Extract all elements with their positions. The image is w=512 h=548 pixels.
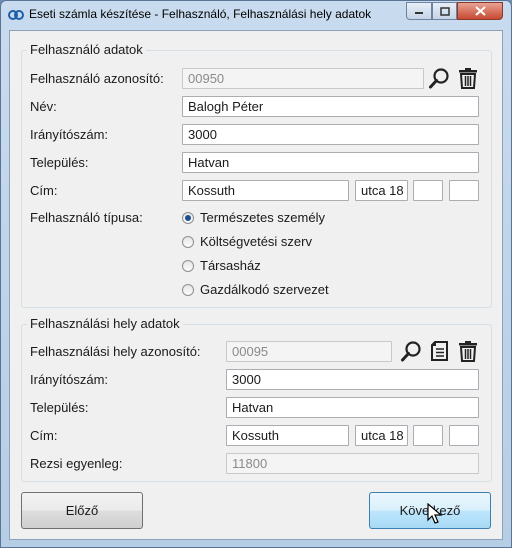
minimize-button[interactable] <box>406 2 432 20</box>
user-id-label: Felhasználó azonosító: <box>30 71 164 86</box>
site-street-field[interactable]: Kossuth <box>226 425 349 446</box>
radio-button[interactable] <box>182 283 194 296</box>
site-city-field[interactable]: Hatvan <box>226 397 479 418</box>
dialog-client-area: Felhasználó adatok Felhasználó azonosító… <box>9 30 503 540</box>
site-house-number-field[interactable] <box>413 425 443 446</box>
user-zip-label: Irányítószám: <box>30 127 109 142</box>
user-address-label: Cím: <box>30 183 58 198</box>
name-field[interactable]: Balogh Péter <box>182 96 479 117</box>
title-bar: Eseti számla készítése - Felhasználó, Fe… <box>1 1 511 29</box>
radio-business-organization[interactable]: Gazdálkodó szervezet <box>182 282 329 297</box>
site-address-extra-field[interactable] <box>449 425 479 446</box>
user-city-field[interactable]: Hatvan <box>182 152 479 173</box>
radio-label: Társasház <box>200 258 261 273</box>
user-city-label: Település: <box>30 155 89 170</box>
site-zip-field[interactable]: 3000 <box>226 369 479 390</box>
radio-budget-organization[interactable]: Költségvetési szerv <box>182 234 312 249</box>
name-label: Név: <box>30 99 57 114</box>
mouse-cursor-icon <box>427 503 443 524</box>
previous-button[interactable]: Előző <box>21 492 143 529</box>
user-address-extra-field[interactable] <box>449 180 479 201</box>
close-button[interactable] <box>457 2 503 20</box>
minimize-icon <box>415 12 423 14</box>
app-icon <box>8 10 24 20</box>
maximize-icon <box>439 6 450 16</box>
user-street-field[interactable]: Kossuth <box>182 180 349 201</box>
radio-label: Természetes személy <box>200 210 325 225</box>
radio-label: Költségvetési szerv <box>200 234 312 249</box>
app-window: Eseti számla készítése - Felhasználó, Fe… <box>0 0 512 548</box>
user-house-number-field[interactable] <box>413 180 443 201</box>
radio-button[interactable] <box>182 259 194 272</box>
site-id-label: Felhasználási hely azonosító: <box>30 344 201 359</box>
document-icon[interactable] <box>428 339 452 363</box>
user-type-label: Felhasználó típusa: <box>30 210 143 225</box>
site-street-type-field[interactable]: utca 18 <box>355 425 408 446</box>
site-city-label: Település: <box>30 400 89 415</box>
radio-condominium[interactable]: Társasház <box>182 258 261 273</box>
search-icon[interactable] <box>428 66 452 90</box>
site-address-label: Cím: <box>30 428 58 443</box>
maximize-button[interactable] <box>432 2 457 20</box>
trash-icon[interactable] <box>456 339 480 363</box>
user-group-title: Felhasználó adatok <box>27 42 146 57</box>
radio-button[interactable] <box>182 235 194 248</box>
user-street-type-field[interactable]: utca 18 <box>355 180 408 201</box>
close-icon <box>474 6 486 16</box>
radio-label: Gazdálkodó szervezet <box>200 282 329 297</box>
balance-field[interactable]: 11800 <box>226 453 479 474</box>
window-title: Eseti számla készítése - Felhasználó, Fe… <box>29 7 372 21</box>
radio-natural-person[interactable]: Természetes személy <box>182 210 325 225</box>
site-id-field[interactable]: 00095 <box>226 341 392 362</box>
search-icon[interactable] <box>400 339 424 363</box>
user-zip-field[interactable]: 3000 <box>182 124 479 145</box>
trash-icon[interactable] <box>456 66 480 90</box>
balance-label: Rezsi egyenleg: <box>30 456 123 471</box>
site-zip-label: Irányítószám: <box>30 372 109 387</box>
radio-button-selected[interactable] <box>182 211 194 224</box>
site-group-title: Felhasználási hely adatok <box>27 316 183 331</box>
user-id-field[interactable]: 00950 <box>182 68 424 89</box>
